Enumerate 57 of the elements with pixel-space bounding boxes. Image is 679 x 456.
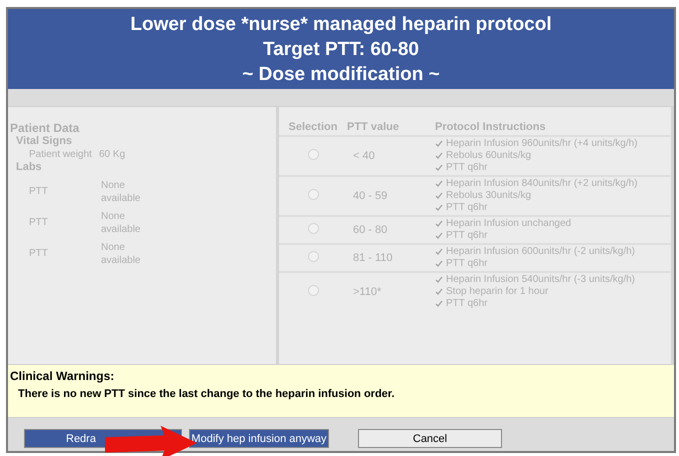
instruction-text: Stop heparin for 1 hour xyxy=(446,286,548,298)
instruction-text: PTT q6hr xyxy=(446,230,488,242)
field-value: None available xyxy=(101,241,142,267)
title-line: Lower dose *nurse* managed heparin protocol xyxy=(130,12,552,36)
section-title: Vital Signs xyxy=(16,135,74,148)
action-button[interactable]: Cancel xyxy=(358,429,502,448)
checkbox[interactable] xyxy=(435,152,444,160)
field-label: PTT xyxy=(29,185,49,199)
checkbox[interactable] xyxy=(435,232,444,240)
field-label: PTT xyxy=(29,216,49,230)
action-button[interactable]: Modify hep infusion anyway xyxy=(189,429,329,448)
instruction-text: Rebolus 60units/kg xyxy=(446,150,532,162)
checkbox[interactable] xyxy=(435,248,444,256)
field-value: None available xyxy=(101,179,142,205)
radio-button[interactable] xyxy=(308,149,318,160)
checkbox[interactable] xyxy=(435,260,444,268)
field-value: None available xyxy=(101,210,142,236)
instruction-text: Rebolus 30units/kg xyxy=(446,190,532,202)
instruction-text: Heparin Infusion 840units/hr (+2 units/kg/h) xyxy=(446,178,638,190)
checkbox[interactable] xyxy=(435,140,444,148)
radio-button[interactable] xyxy=(308,189,318,200)
checkbox[interactable] xyxy=(435,300,444,308)
radio-button[interactable] xyxy=(308,251,318,262)
instruction-text: Heparin Infusion 960units/hr (+4 units/kg/h) xyxy=(446,138,638,150)
table-cell: 81 - 110 xyxy=(347,244,435,272)
instruction-text: Heparin Infusion unchanged xyxy=(446,218,572,230)
checkbox[interactable] xyxy=(435,180,444,188)
title-line: ~ Dose modification ~ xyxy=(242,62,440,86)
column-header: Selection xyxy=(279,119,347,136)
section-title: Labs xyxy=(16,161,43,174)
table-cell: >110* xyxy=(347,272,435,311)
field-label: PTT xyxy=(29,247,49,261)
instruction-text: Heparin Infusion 540units/hr (-3 units/kg/h) xyxy=(446,274,635,286)
radio-button[interactable] xyxy=(308,285,318,296)
table-cell: 40 - 59 xyxy=(347,176,435,216)
checkbox[interactable] xyxy=(435,288,444,296)
instruction-text: PTT q6hr xyxy=(446,202,488,214)
section-title: Patient Data xyxy=(10,121,80,135)
table-cell: < 40 xyxy=(347,136,435,176)
instruction-text: PTT q6hr xyxy=(446,162,488,174)
field-value: 60 Kg xyxy=(99,149,126,160)
checkbox[interactable] xyxy=(435,220,444,228)
warning-message: There is no new PTT since the last change to the heparin infusion order. xyxy=(18,388,396,400)
checkbox[interactable] xyxy=(435,192,444,200)
checkbox[interactable] xyxy=(435,164,444,172)
title-line: Target PTT: 60-80 xyxy=(263,38,419,62)
instruction-text: Heparin Infusion 600units/hr (-2 units/kg/h) xyxy=(446,246,635,258)
column-header: PTT value xyxy=(347,119,435,136)
checkbox[interactable] xyxy=(435,204,444,212)
checkbox[interactable] xyxy=(435,276,444,284)
instruction-text: PTT q6hr xyxy=(446,298,488,310)
warning-title: Clinical Warnings: xyxy=(10,369,116,383)
radio-button[interactable] xyxy=(308,223,318,234)
table-cell: 60 - 80 xyxy=(347,216,435,244)
field-label: Patient weight xyxy=(29,148,93,161)
instruction-text: PTT q6hr xyxy=(446,258,488,270)
column-header: Protocol Instructions xyxy=(435,119,671,136)
